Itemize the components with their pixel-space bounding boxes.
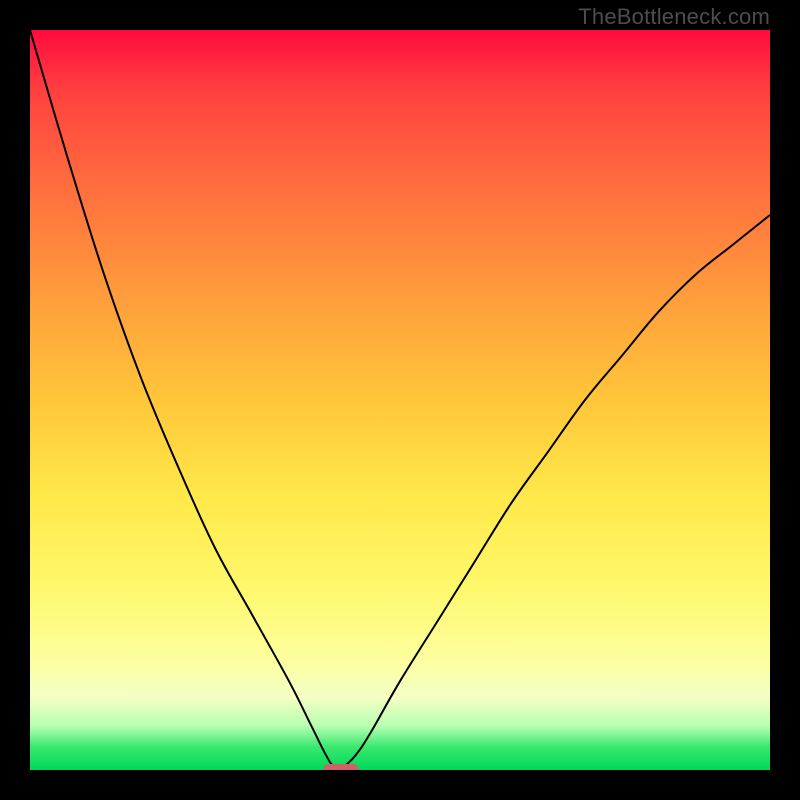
plot-area [30,30,770,770]
curve-left-branch [30,30,341,770]
watermark-text: TheBottleneck.com [578,4,770,30]
curve-right-branch [341,215,770,770]
optimal-marker [323,764,359,770]
chart-frame: TheBottleneck.com [0,0,800,800]
bottleneck-curve [30,30,770,770]
